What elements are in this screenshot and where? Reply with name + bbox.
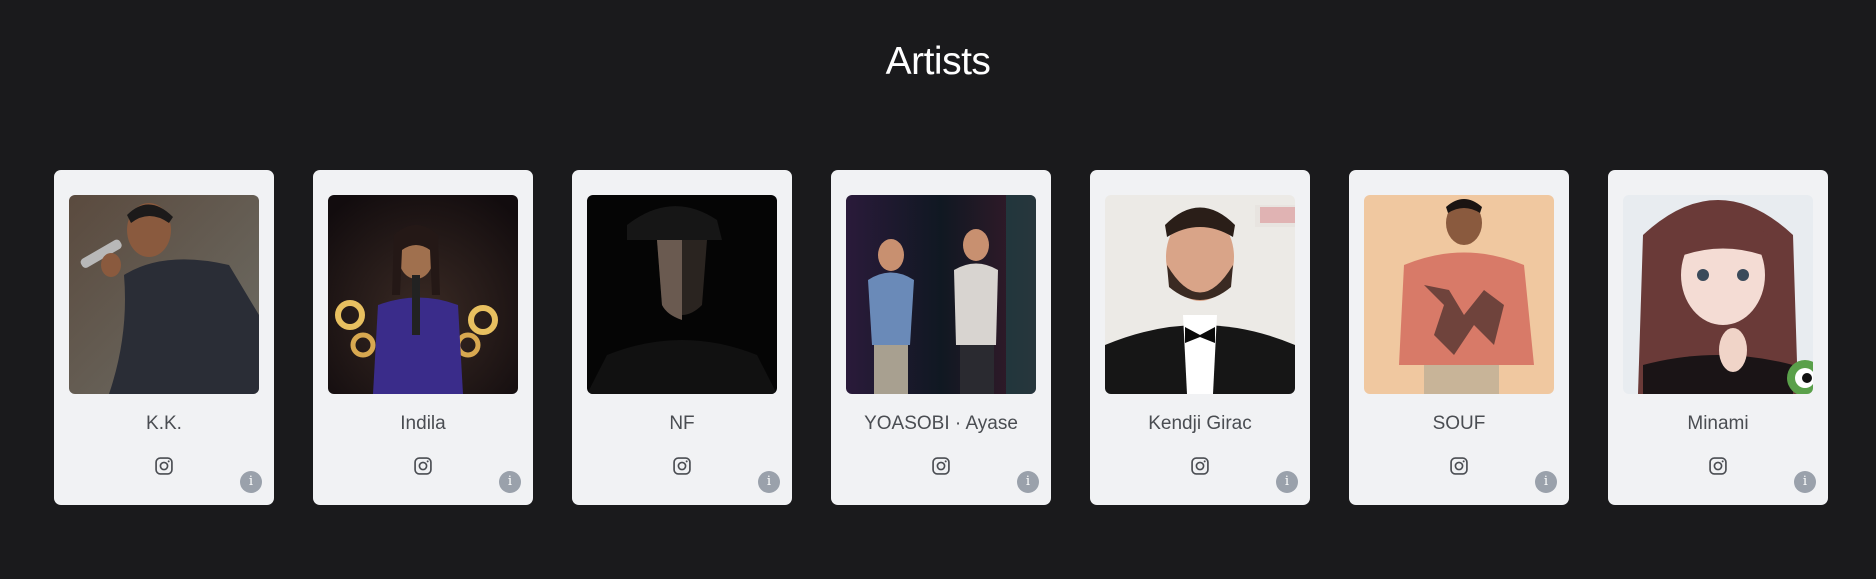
artist-photo [69, 195, 259, 394]
artist-card[interactable]: Minami i [1608, 170, 1828, 505]
artist-card[interactable]: Kendji Girac i [1090, 170, 1310, 505]
artist-card-list: K.K. i Indila i NF i YOASOBI · Ayase i K… [54, 170, 1828, 505]
artist-photo [587, 195, 777, 394]
section-title: Artists [885, 40, 991, 83]
artist-name: SOUF [1432, 413, 1486, 434]
artist-card[interactable]: K.K. i [54, 170, 274, 505]
artist-name: Indila [400, 413, 446, 434]
info-icon[interactable]: i [240, 471, 262, 493]
artist-photo [1623, 195, 1813, 394]
artist-card[interactable]: YOASOBI · Ayase i [831, 170, 1051, 505]
info-icon[interactable]: i [499, 471, 521, 493]
info-icon[interactable]: i [1276, 471, 1298, 493]
instagram-icon[interactable] [672, 456, 692, 476]
artist-name: Kendji Girac [1148, 413, 1252, 434]
instagram-icon[interactable] [1708, 456, 1728, 476]
artist-photo [1105, 195, 1295, 394]
artist-card[interactable]: NF i [572, 170, 792, 505]
artist-name: YOASOBI · Ayase [864, 413, 1018, 434]
artist-name: K.K. [146, 413, 182, 434]
artist-photo [846, 195, 1036, 394]
info-icon[interactable]: i [1017, 471, 1039, 493]
instagram-icon[interactable] [1190, 456, 1210, 476]
artist-card[interactable]: SOUF i [1349, 170, 1569, 505]
instagram-icon[interactable] [413, 456, 433, 476]
artist-photo [1364, 195, 1554, 394]
artist-name: NF [669, 413, 695, 434]
info-icon[interactable]: i [1535, 471, 1557, 493]
info-icon[interactable]: i [1794, 471, 1816, 493]
info-icon[interactable]: i [758, 471, 780, 493]
artist-card[interactable]: Indila i [313, 170, 533, 505]
instagram-icon[interactable] [1449, 456, 1469, 476]
artist-name: Minami [1687, 413, 1749, 434]
instagram-icon[interactable] [931, 456, 951, 476]
artist-photo [328, 195, 518, 394]
instagram-icon[interactable] [154, 456, 174, 476]
